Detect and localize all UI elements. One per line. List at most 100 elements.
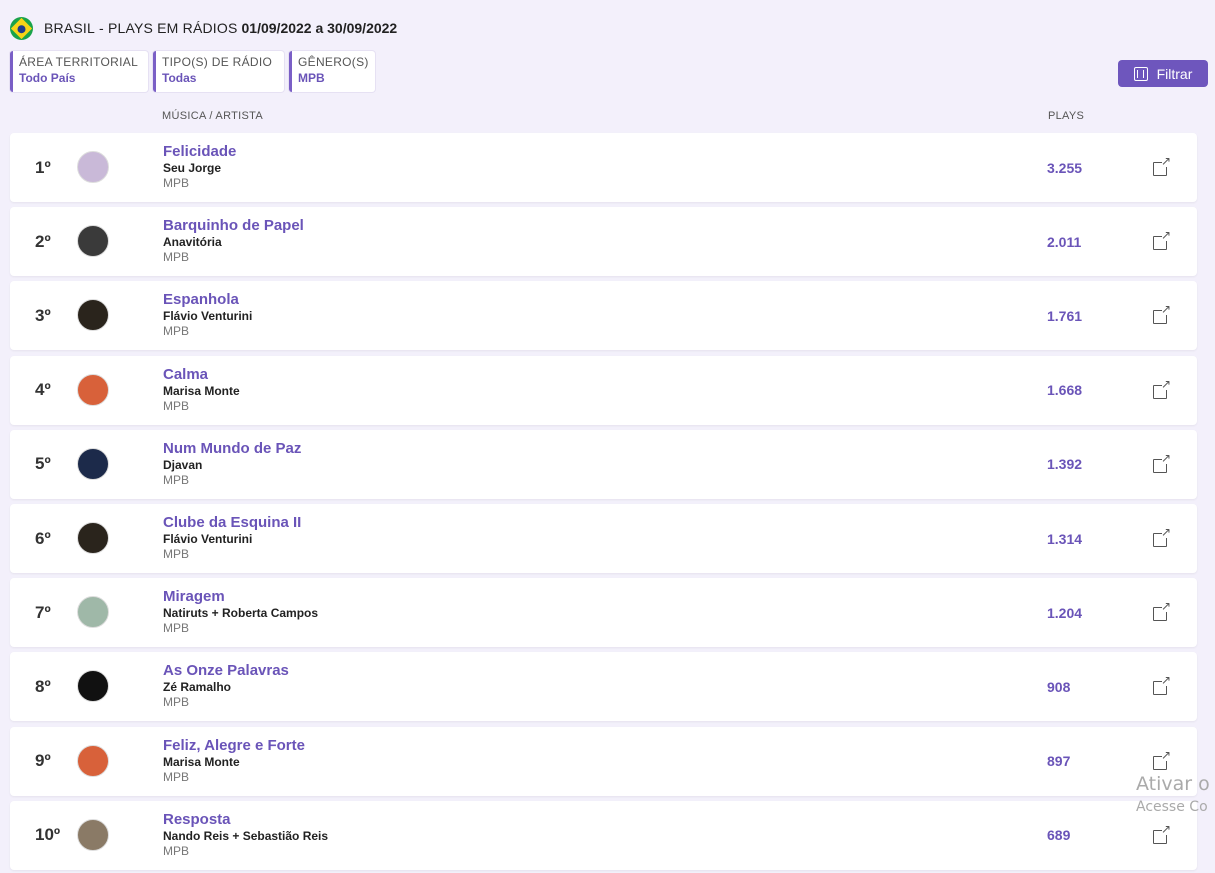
genre-label: MPB: [163, 695, 190, 710]
ranking-row[interactable]: 10º Resposta Nando Reis + Sebastião Reis MP…: [10, 800, 1197, 870]
genre-label: MPB: [163, 472, 190, 487]
genre-label: MPB: [163, 843, 190, 858]
artist-avatar: [77, 151, 109, 183]
filter-chip-radio-type[interactable]: TIPO(S) DE RÁDIO Todas: [153, 51, 284, 92]
artist-name: Anavitória: [163, 235, 222, 250]
filter-chip-value: Todas: [162, 71, 197, 85]
plays-count: 1.314: [1047, 530, 1083, 547]
artist-name: Flávio Venturini: [163, 309, 253, 324]
artist-avatar: [77, 299, 109, 332]
artist-avatar: [77, 373, 109, 406]
ranking-row[interactable]: 9º Feliz, Alegre e Forte Marisa Monte MPB 89…: [10, 726, 1197, 796]
external-link-icon[interactable]: [1153, 378, 1171, 399]
ranking-row[interactable]: 3º Espanhola Flávio Venturini MPB 1.761: [10, 281, 1197, 351]
watermark-line-2: Acesse Co: [1136, 799, 1208, 815]
genre-label: MPB: [163, 621, 190, 636]
artist-name: Nando Reis + Sebastião Reis: [163, 828, 329, 843]
filter-chip-value: MPB: [298, 71, 325, 85]
artist-name: Djavan: [163, 457, 203, 472]
rank-number: 8º: [35, 676, 51, 696]
rank-number: 2º: [35, 231, 51, 251]
song-title[interactable]: Resposta: [163, 811, 231, 828]
artist-name: Marisa Monte: [163, 383, 240, 398]
filter-chip-genre[interactable]: GÊNERO(S) MPB: [289, 51, 375, 92]
rank-number: 4º: [35, 380, 51, 400]
rank-number: 3º: [35, 305, 51, 325]
filter-chip-value: Todo País: [19, 71, 76, 85]
filter-button-label: Filtrar: [1156, 65, 1193, 82]
artist-avatar: [77, 670, 109, 703]
song-title[interactable]: Miragem: [163, 588, 225, 605]
genre-label: MPB: [163, 547, 190, 561]
filter-button[interactable]: Filtrar: [1118, 60, 1208, 87]
filter-chip-label: TIPO(S) DE RÁDIO: [162, 55, 273, 69]
artist-avatar: [77, 225, 109, 258]
page-title: - PLAYS EM RÁDIOS: [99, 20, 238, 36]
external-link-icon[interactable]: [1153, 749, 1171, 770]
artist-avatar: [77, 818, 109, 851]
genre-label: MPB: [163, 250, 190, 265]
external-link-icon[interactable]: [1153, 155, 1171, 176]
song-title[interactable]: Barquinho de Papel: [163, 217, 304, 234]
rank-number: 7º: [35, 602, 51, 622]
rank-number: 5º: [35, 454, 51, 474]
watermark-line-1: Ativar o: [1136, 773, 1210, 795]
plays-count: 1.392: [1047, 456, 1083, 473]
song-title[interactable]: Clube da Esquina II: [163, 514, 301, 531]
song-title[interactable]: Num Mundo de Paz: [163, 440, 301, 457]
artist-avatar: [77, 447, 109, 480]
ranking-row[interactable]: 4º Calma Marisa Monte MPB 1.668: [10, 355, 1197, 425]
artist-avatar: [77, 744, 109, 777]
external-link-icon[interactable]: [1153, 526, 1171, 547]
filter-chip-label: ÁREA TERRITORIAL: [19, 55, 139, 69]
ranking-row[interactable]: 2º Barquinho de Papel Anavitória MPB 2.011: [10, 207, 1197, 277]
genre-label: MPB: [163, 398, 190, 413]
ranking-row[interactable]: 5º Num Mundo de Paz Djavan MPB 1.392: [10, 429, 1197, 499]
plays-count: 2.011: [1047, 233, 1082, 250]
genre-label: MPB: [163, 769, 190, 784]
song-title[interactable]: Felicidade: [163, 143, 236, 160]
external-link-icon[interactable]: [1153, 600, 1171, 622]
activation-watermark: Ativar o Acesse Co: [1136, 773, 1210, 815]
artist-name: Seu Jorge: [163, 161, 222, 175]
song-title[interactable]: Feliz, Alegre e Forte: [163, 737, 305, 754]
plays-count: 1.668: [1047, 382, 1083, 399]
external-link-icon[interactable]: [1153, 229, 1171, 251]
artist-name: Marisa Monte: [163, 754, 240, 769]
plays-count: 689: [1047, 827, 1071, 844]
external-link-icon[interactable]: [1153, 303, 1171, 325]
song-title[interactable]: Calma: [163, 366, 208, 383]
ranking-row[interactable]: 6º Clube da Esquina II Flávio Venturini MPB…: [10, 504, 1197, 573]
plays-count: 897: [1047, 753, 1071, 770]
external-link-icon[interactable]: [1153, 823, 1171, 844]
page-header: BRASIL - PLAYS EM RÁDIOS 01/09/2022 a 30…: [10, 15, 397, 41]
artist-name: Flávio Venturini: [163, 532, 253, 546]
rank-number: 6º: [35, 528, 51, 548]
plays-count: 1.761: [1047, 307, 1083, 324]
artist-avatar: [77, 522, 109, 554]
ranking-row[interactable]: 1º Felicidade Seu Jorge MPB 3.255: [10, 133, 1197, 202]
column-header-music: MÚSICA / ARTISTA: [162, 110, 263, 122]
external-link-icon[interactable]: [1153, 452, 1171, 473]
plays-count: 3.255: [1047, 159, 1083, 176]
rank-number: 10º: [35, 825, 61, 845]
brazil-flag-icon: [10, 16, 33, 40]
date-range: 01/09/2022 a 30/09/2022: [241, 20, 398, 36]
column-header-plays: PLAYS: [1048, 110, 1085, 122]
sliders-icon: [1133, 66, 1148, 81]
rank-number: 9º: [35, 751, 51, 771]
country-name: BRASIL: [44, 20, 95, 36]
ranking-row[interactable]: 8º As Onze Palavras Zé Ramalho MPB 908: [10, 652, 1197, 722]
song-title[interactable]: As Onze Palavras: [163, 662, 289, 679]
plays-count: 1.204: [1047, 604, 1083, 621]
filter-chip-label: GÊNERO(S): [298, 55, 369, 69]
plays-count: 908: [1047, 678, 1071, 695]
artist-name: Zé Ramalho: [163, 680, 232, 695]
filter-chips: ÁREA TERRITORIAL Todo País TIPO(S) DE RÁ…: [10, 51, 375, 92]
ranking-row[interactable]: 7º Miragem Natiruts + Roberta Campos MPB 1.2…: [10, 578, 1197, 648]
song-title[interactable]: Espanhola: [163, 291, 239, 308]
external-link-icon[interactable]: [1153, 674, 1171, 696]
rank-number: 1º: [35, 157, 51, 177]
genre-label: MPB: [163, 176, 190, 190]
filter-chip-territory[interactable]: ÁREA TERRITORIAL Todo País: [10, 51, 148, 92]
